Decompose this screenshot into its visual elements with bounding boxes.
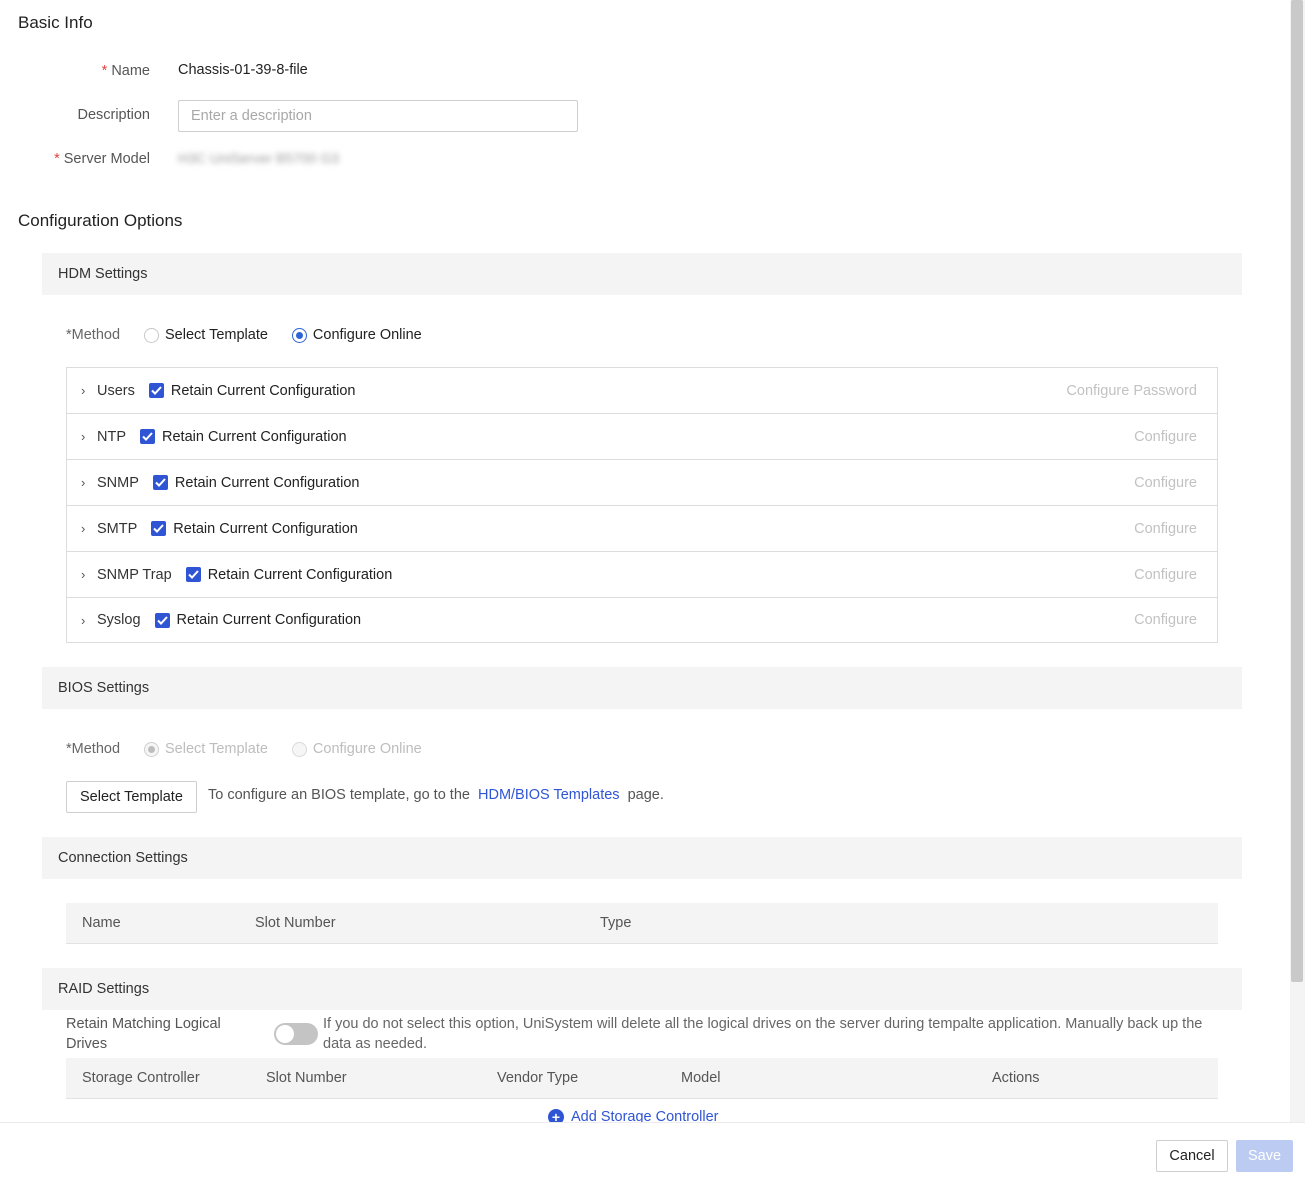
retain-config-label: Retain Current Configuration — [173, 520, 358, 537]
name-value: Chassis-01-39-8-file — [178, 62, 308, 78]
column-header-slot-number: Slot Number — [255, 915, 336, 931]
configure-password-link[interactable]: Configure Password — [1066, 383, 1197, 399]
checkbox-checked-icon[interactable] — [140, 429, 155, 444]
footer-bar — [0, 1122, 1305, 1180]
checkbox-checked-icon[interactable] — [148, 383, 164, 398]
retain-config-label: Retain Current Configuration — [174, 474, 360, 491]
hdm-row-snmp: › SNMP Retain Current Configuration Conf… — [67, 460, 1217, 506]
hdm-row-name: NTP — [97, 428, 126, 445]
add-storage-controller-label: Add Storage Controller — [571, 1109, 719, 1122]
column-header-storage-controller: Storage Controller — [82, 1070, 200, 1086]
hdm-method-row: *Method Select Template Configure Online — [66, 324, 446, 346]
radio-selected-disabled-icon — [144, 741, 160, 757]
hdm-radio-configure-online-label: Configure Online — [312, 327, 422, 343]
chevron-right-icon[interactable]: › — [81, 613, 95, 628]
bios-settings-header: BIOS Settings — [42, 667, 1242, 709]
hdm-row-name: SMTP — [97, 520, 138, 537]
retain-config-label: Retain Current Configuration — [162, 428, 347, 445]
column-header-slot-number: Slot Number — [266, 1070, 347, 1086]
server-model-label: * Server Model — [0, 151, 150, 167]
retain-matching-drives-toggle[interactable] — [274, 1023, 318, 1045]
hdm-config-list: › Users Retain Current Configuration Con… — [66, 367, 1218, 643]
retain-config-label: Retain Current Configuration — [176, 612, 362, 628]
column-header-type: Type — [600, 915, 632, 931]
checkbox-checked-icon[interactable] — [185, 567, 201, 582]
hdm-row-snmp-trap: › SNMP Trap Retain Current Configuration… — [67, 552, 1217, 598]
add-circle-icon: + — [548, 1109, 564, 1122]
hdm-radio-select-template-label: Select Template — [165, 327, 268, 343]
hdm-row-syslog: › Syslog Retain Current Configuration Co… — [67, 598, 1217, 642]
config-options-title: Configuration Options — [18, 211, 183, 230]
bios-radio-configure-online-label: Configure Online — [312, 741, 422, 757]
configure-link[interactable]: Configure — [1134, 521, 1197, 537]
column-header-model: Model — [681, 1070, 721, 1086]
retain-config-label: Retain Current Configuration — [207, 566, 393, 583]
hdm-row-ntp: › NTP Retain Current Configuration Confi… — [67, 414, 1217, 460]
storage-controller-table-header: Storage Controller Slot Number Vendor Ty… — [66, 1058, 1218, 1099]
form-scroll-area: Basic Info * Name Chassis-01-39-8-file D… — [0, 0, 1290, 1122]
connection-table-header: Name Slot Number Type — [66, 903, 1218, 944]
configure-link[interactable]: Configure — [1134, 612, 1197, 628]
hdm-row-name: Syslog — [97, 612, 141, 628]
radio-disabled-icon — [291, 741, 307, 757]
bios-method-row: *Method Select Template Configure Online — [66, 738, 446, 760]
basic-info-title: Basic Info — [18, 13, 93, 32]
description-label: Description — [77, 107, 150, 123]
column-header-actions: Actions — [992, 1070, 1040, 1086]
hint-text: To configure an BIOS template, go to the — [208, 787, 470, 803]
retain-matching-drives-label: Retain Matching Logical Drives — [66, 1016, 221, 1052]
server-model-label-text: Server Model — [63, 151, 150, 167]
description-input[interactable] — [178, 100, 578, 132]
chevron-right-icon[interactable]: › — [81, 567, 95, 582]
save-button[interactable]: Save — [1236, 1140, 1293, 1172]
hdm-row-name: SNMP — [97, 474, 139, 491]
select-template-button[interactable]: Select Template — [66, 781, 197, 813]
retain-matching-drives-description: If you do not select this option, UniSys… — [323, 1016, 1203, 1052]
hdm-radio-select-template[interactable]: Select Template — [144, 327, 268, 343]
hdm-radio-configure-online[interactable]: Configure Online — [291, 327, 422, 343]
chevron-right-icon[interactable]: › — [81, 383, 95, 398]
checkbox-checked-icon[interactable] — [152, 475, 168, 490]
required-mark: * — [54, 151, 60, 167]
required-mark: * — [101, 63, 108, 79]
name-label: * Name — [0, 63, 150, 79]
cancel-button[interactable]: Cancel — [1156, 1140, 1228, 1172]
retain-config-label: Retain Current Configuration — [170, 382, 356, 399]
bios-method-label: *Method — [66, 741, 121, 757]
hdm-bios-templates-link[interactable]: HDM/BIOS Templates — [478, 787, 620, 803]
radio-icon — [144, 327, 160, 343]
hdm-settings-header: HDM Settings — [42, 253, 1242, 295]
checkbox-checked-icon[interactable] — [151, 521, 167, 536]
server-model-value: H3C UniServer B5700 G3 — [178, 150, 340, 166]
column-header-vendor-type: Vendor Type — [497, 1070, 579, 1086]
add-storage-controller-button[interactable]: + Add Storage Controller — [548, 1109, 719, 1122]
hint-text-end: page. — [627, 787, 664, 803]
chevron-right-icon[interactable]: › — [81, 429, 95, 444]
connection-settings-header: Connection Settings — [42, 837, 1242, 879]
hdm-method-label: *Method — [66, 327, 121, 343]
radio-selected-icon — [291, 327, 307, 343]
bios-radio-select-template: Select Template — [144, 741, 268, 757]
hdm-row-users: › Users Retain Current Configuration Con… — [67, 368, 1217, 414]
scrollbar-thumb[interactable] — [1291, 0, 1303, 982]
chevron-right-icon[interactable]: › — [81, 475, 95, 490]
chevron-right-icon[interactable]: › — [81, 521, 95, 536]
hdm-row-name: SNMP Trap — [97, 566, 172, 583]
bios-template-hint: To configure an BIOS template, go to the… — [208, 787, 664, 803]
configure-link[interactable]: Configure — [1134, 475, 1197, 491]
hdm-row-name: Users — [97, 382, 135, 399]
column-header-name: Name — [82, 915, 121, 931]
checkbox-checked-icon[interactable] — [154, 612, 170, 628]
raid-settings-header: RAID Settings — [42, 968, 1242, 1010]
configure-link[interactable]: Configure — [1134, 567, 1197, 583]
name-label-text: Name — [111, 63, 150, 79]
hdm-row-smtp: › SMTP Retain Current Configuration Conf… — [67, 506, 1217, 552]
configure-link[interactable]: Configure — [1134, 429, 1197, 445]
bios-radio-configure-online: Configure Online — [291, 741, 422, 757]
bios-radio-select-template-label: Select Template — [165, 741, 268, 757]
